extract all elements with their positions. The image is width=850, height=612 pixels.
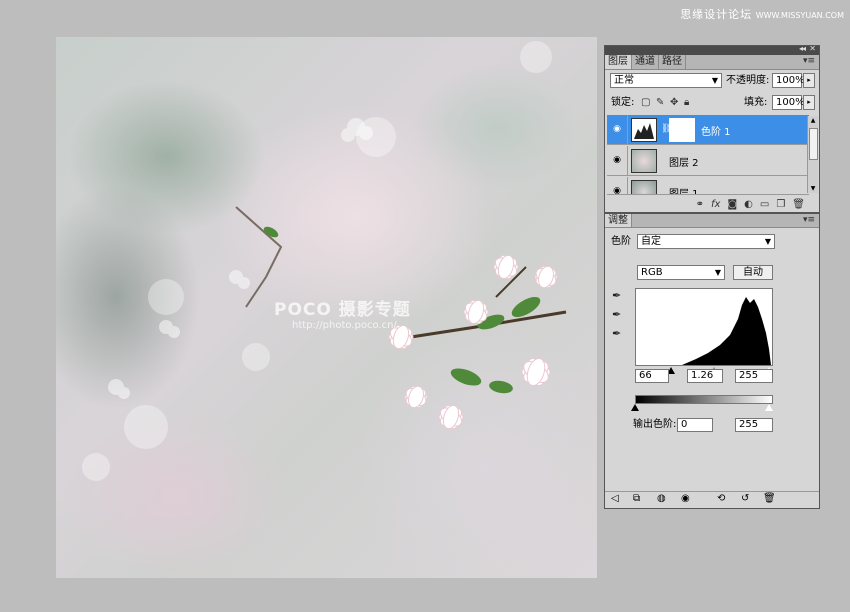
lock-transparent-icon[interactable]: ▢ [641,95,650,110]
layers-panel: ◂◂ ✕ 图层 通道 路径 ▾≡ 正常 ▼ 不透明度: 100% ▸ 锁定: ▢… [604,44,820,213]
layer-row-levels[interactable]: ◉ ⛓︎ 色阶 1 [607,115,809,145]
channel-value: RGB [641,267,663,278]
document-canvas[interactable]: POCO 摄影专题 http://photo.poco.cn/ [56,37,597,578]
channel-select[interactable]: RGB ▼ [637,265,725,280]
photo-watermark-url: http://photo.poco.cn/ [292,320,397,331]
panel-titlebar[interactable]: ◂◂ ✕ [605,44,819,55]
chevron-down-icon: ▼ [711,76,718,85]
tab-adjustments[interactable]: 调整 [605,214,632,227]
chevron-down-icon: ▼ [764,237,771,246]
lock-label: 锁定: [611,97,635,108]
opacity-field[interactable]: 100% [772,73,805,88]
adjust-tabs: 调整 ▾≡ [605,214,819,228]
input-black-field[interactable]: 66 [635,369,669,383]
auto-button[interactable]: 自动 [733,265,773,280]
watermark-en: WWW.MISSYUAN.COM [755,11,844,20]
trash-icon[interactable]: 🗑︎ [763,493,776,504]
output-black-field[interactable]: 0 [677,418,713,432]
add-mask-icon[interactable]: ◙ [727,199,737,210]
close-icon[interactable]: ✕ [809,44,816,53]
blend-mode-select[interactable]: 正常 ▼ [610,73,722,88]
layer-row-1[interactable]: ◉ 图层 1 [607,177,809,195]
scroll-thumb[interactable] [809,128,818,160]
mask-thumbnail[interactable] [669,118,695,142]
layers-footer: ⚭ fx ◙ ◐ ▭ ❐ 🗑︎ [605,197,819,211]
site-watermark: 思缘设计论坛 WWW.MISSYUAN.COM [680,6,844,22]
lock-image-icon[interactable]: ✎ [656,95,664,110]
fx-icon[interactable]: fx [711,199,720,210]
input-white-field[interactable]: 255 [735,369,773,383]
fill-slider-button[interactable]: ▸ [803,95,815,110]
panel-menu-icon[interactable]: ▾≡ [803,215,815,225]
levels-adjustment-icon [634,123,654,139]
blend-row: 正常 ▼ 不透明度: 100% ▸ [605,73,819,89]
layer-name: 图层 2 [669,158,699,169]
preset-value: 自定 [641,236,661,247]
output-slider[interactable] [631,404,773,412]
opacity-slider-button[interactable]: ▸ [803,73,815,88]
output-white-handle[interactable] [765,404,773,411]
white-eyedropper-icon[interactable]: ✒ [612,327,621,340]
layer-thumbnail [631,180,657,194]
photo-watermark: POCO 摄影专题 http://photo.poco.cn/ [274,295,411,331]
photo-watermark-brand: POCO 摄影专题 [274,300,411,320]
reset-icon[interactable]: ↺ [741,493,749,504]
eye-icon[interactable]: ◉ [610,124,624,135]
blend-mode-value: 正常 [614,75,634,86]
black-eyedropper-icon[interactable]: ✒ [612,289,621,302]
new-layer-icon[interactable]: ❐ [776,199,785,210]
adjustments-panel: 调整 ▾≡ 色阶 自定 ▼ RGB ▼ 自动 ✒ ✒ ✒ 66 1.26 255… [604,213,820,509]
group-icon[interactable]: ▭ [760,199,769,210]
fill-label: 填充: [744,97,768,108]
lock-position-icon[interactable]: ✥ [670,95,678,110]
scroll-up-icon[interactable]: ▲ [808,116,818,125]
layers-scrollbar[interactable]: ▲ ▼ [807,116,818,193]
output-black-handle[interactable] [631,404,639,411]
adjustment-layer-icon[interactable]: ◐ [744,199,753,210]
histogram [635,288,773,366]
tab-layers[interactable]: 图层 [605,55,632,69]
eye-icon[interactable]: ◉ [610,186,624,194]
collapse-icon[interactable]: ◂◂ [799,44,806,53]
fill-field[interactable]: 100% [772,95,805,110]
opacity-label: 不透明度: [726,75,770,86]
preset-select[interactable]: 自定 ▼ [637,234,775,249]
layers-tabs: 图层 通道 路径 ▾≡ [605,55,819,70]
view-previous-icon[interactable]: ⟲ [717,493,725,504]
panel-menu-icon[interactable]: ▾≡ [803,56,815,66]
output-levels-label: 输出色阶: [633,419,677,430]
gray-eyedropper-icon[interactable]: ✒ [612,308,621,321]
trash-icon[interactable]: 🗑︎ [792,199,805,210]
output-white-field[interactable]: 255 [735,418,773,432]
input-gamma-field[interactable]: 1.26 [687,369,723,383]
tab-paths[interactable]: 路径 [659,55,686,69]
layer-name: 色阶 1 [701,127,731,138]
output-gradient [635,395,773,404]
visibility-icon[interactable]: ◉ [681,493,690,504]
adjust-footer: ◁ ⧉ ◍ ◉ ⟲ ↺ 🗑︎ [605,491,819,508]
back-icon[interactable]: ◁ [611,493,619,504]
layer-name: 图层 1 [669,189,699,195]
clip-to-layer-icon[interactable]: ◍ [657,493,666,504]
lock-row: 锁定: ▢ ✎ ✥ 🔒︎ 填充: 100% ▸ [605,95,819,111]
scroll-down-icon[interactable]: ▼ [808,184,818,193]
watermark-cn: 思缘设计论坛 [680,8,753,21]
link-layers-icon[interactable]: ⚭ [696,199,704,210]
layer-row-2[interactable]: ◉ 图层 2 [607,146,809,176]
histogram-graph [682,297,771,365]
eye-icon[interactable]: ◉ [610,155,624,166]
chevron-down-icon: ▼ [714,268,721,277]
tab-channels[interactable]: 通道 [632,55,659,69]
lock-all-icon[interactable]: 🔒︎ [684,95,689,110]
levels-label: 色阶 [611,236,631,247]
adjustment-thumbnail [631,118,657,142]
layer-thumbnail [631,149,657,173]
expand-view-icon[interactable]: ⧉ [633,493,640,504]
